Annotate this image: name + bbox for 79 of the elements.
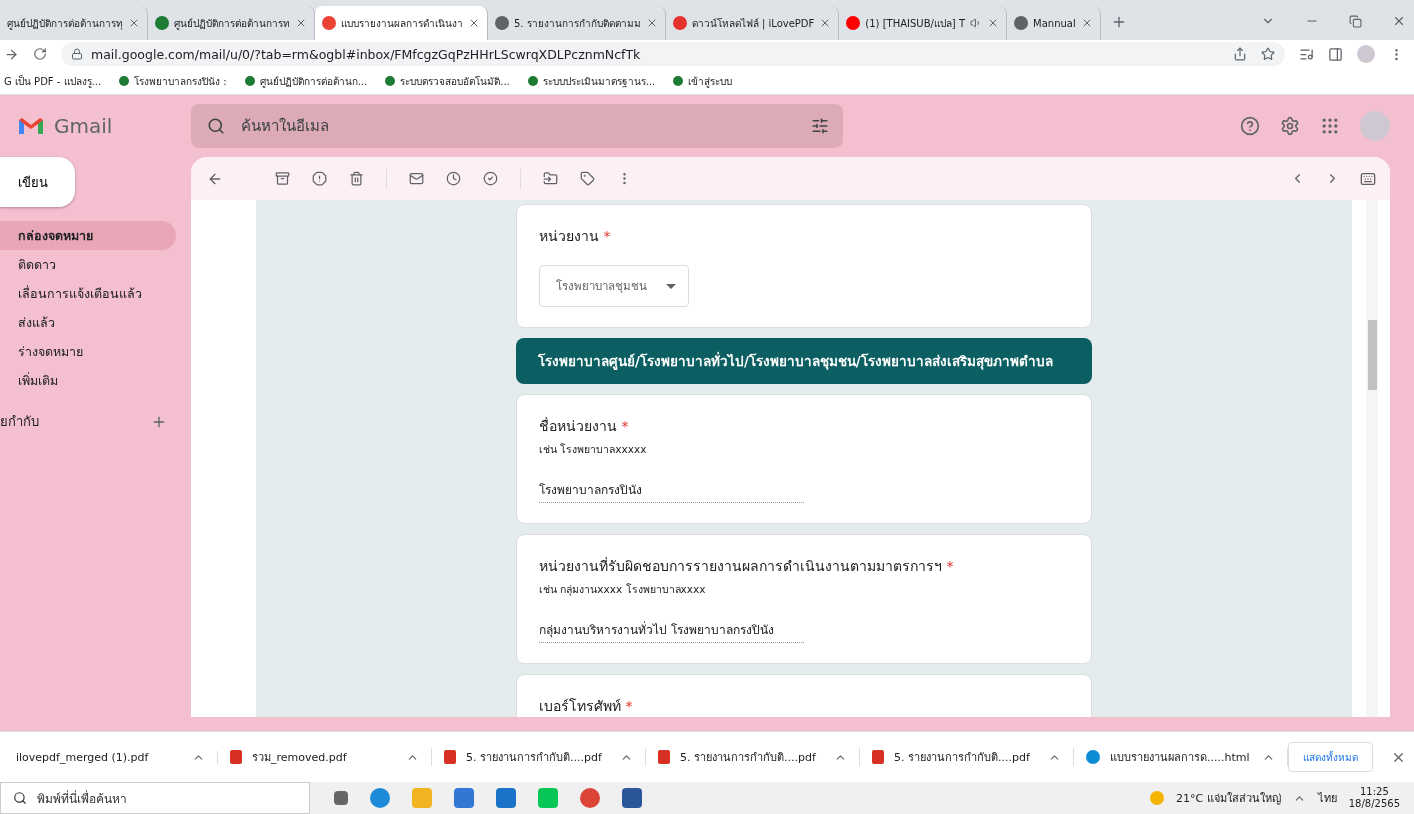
close-icon[interactable] (295, 17, 307, 29)
playlist-icon[interactable] (1299, 46, 1314, 62)
favicon-icon (155, 16, 169, 30)
show-all-button[interactable]: แสดงทั้งหมด (1288, 742, 1373, 772)
question-hint: เช่น กลุ่มงานxxxx โรงพยาบาลxxxx (539, 582, 707, 598)
address-bar[interactable]: mail.google.com/mail/u/0/?tab=rm&ogbl#inbox/FMfcgzGqPzHHrLScwrqXDLPcznmNcfTk (61, 42, 1285, 66)
reload-icon[interactable] (33, 47, 47, 61)
browser-tab[interactable]: แบบรายงานผลการดำเนินงา (315, 6, 488, 40)
download-item[interactable]: ilovepdf_merged (1).pdf (4, 750, 218, 764)
pdf-file-icon (658, 750, 670, 764)
dropdown-field[interactable]: โรงพยาบาลชุมชน (539, 265, 689, 307)
caret-icon (666, 283, 676, 289)
lock-icon (71, 48, 83, 60)
close-icon[interactable] (468, 17, 480, 29)
label-icon[interactable] (580, 171, 595, 186)
add-task-icon[interactable] (483, 171, 498, 186)
question-title: เบอร์โทรศัพท์ * (539, 697, 634, 716)
compose-button[interactable]: เขียน (0, 157, 75, 207)
nav-item[interactable]: ส่งแล้ว (0, 308, 176, 337)
favicon-icon (672, 16, 687, 30)
move-folder-icon[interactable] (543, 171, 558, 186)
close-icon[interactable] (1392, 14, 1406, 28)
help-icon[interactable] (1240, 116, 1260, 136)
labels-heading: ยกำกับ (0, 413, 39, 431)
bookmark-link[interactable]: ศูนย์ปฏิบัติการต่อต้านก... (244, 73, 368, 89)
download-item[interactable]: 5. รายงานการกำกับติ....pdf (646, 748, 860, 766)
restore-icon[interactable] (1349, 14, 1362, 28)
favicon-icon (495, 16, 509, 30)
clock-icon[interactable] (446, 171, 461, 186)
favicon-icon (1014, 16, 1029, 30)
bookmark-link[interactable]: G เป็น PDF - แปลงรู... (4, 73, 102, 89)
answer-field[interactable]: กลุ่มงานบริหารงานทั่วไป โรงพยาบาลกรงปินัง (539, 620, 804, 643)
bookmark-link[interactable]: ระบบประเมินมาตรฐานร... (527, 73, 656, 89)
nav-item[interactable]: เลื่อนการแจ้งเตือนแล้ว (0, 279, 176, 308)
nav-item[interactable]: กล่องจดหมาย (0, 221, 176, 250)
bookmark-link[interactable]: ระบบตรวจสอบอัตโนมัติ... (385, 73, 510, 89)
url-text: mail.google.com/mail/u/0/?tab=rm&ogbl#inbox/FMfcgzGqPzHHrLScwrqXDLPcznmNcfTk (91, 46, 641, 62)
scrollbar[interactable] (1366, 200, 1378, 717)
pdf-file-icon (230, 750, 242, 764)
taskbar-search-field[interactable]: พิมพ์ที่นี่เพื่อค้นหา (0, 782, 310, 814)
download-item[interactable]: 5. รายงานการกำกับติ....pdf (860, 748, 1074, 766)
question-title: หน่วยงานที่รับผิดชอบการรายงานผลการดำเนินงานตามมาตรการฯ * (539, 556, 955, 576)
nav-item[interactable]: ร่างจดหมาย (0, 337, 176, 366)
bookmark-link[interactable]: เข้าสู่ระบบ (673, 73, 733, 89)
settings-icon[interactable] (1280, 116, 1300, 136)
search-field[interactable]: ค้นหาในอีเมล (191, 104, 843, 148)
pdf-file-icon (872, 750, 884, 764)
close-icon[interactable] (128, 17, 140, 29)
trash-icon[interactable] (349, 171, 364, 186)
side-panel-icon[interactable] (1328, 46, 1343, 62)
keyboard-icon[interactable] (1360, 170, 1376, 187)
nav-item[interactable]: เพิ่มเติม (0, 366, 176, 395)
pdf-file-icon (444, 750, 456, 764)
download-item[interactable]: รวม_removed.pdf (218, 748, 432, 766)
report-icon[interactable] (312, 171, 327, 186)
search-icon (13, 791, 27, 805)
forward-icon[interactable] (4, 46, 19, 62)
star-icon[interactable] (1261, 47, 1275, 61)
weather-text: 21°C แจ่มใสส่วนใหญ่ (1176, 791, 1281, 807)
nav-item[interactable]: ติดดาว (0, 250, 176, 279)
gmail-logo-icon (18, 116, 44, 136)
question-title: หน่วยงาน * (539, 227, 612, 246)
gmail-wordmark: Gmail (54, 114, 113, 138)
share-icon[interactable] (1233, 47, 1247, 61)
archive-icon[interactable] (275, 171, 290, 186)
favicon-icon (846, 16, 861, 30)
language-indicator[interactable]: ไทย (1317, 789, 1337, 807)
download-item[interactable]: 5. รายงานการกำกับติ....pdf (432, 748, 646, 766)
search-icon (207, 117, 225, 135)
mail-icon[interactable] (409, 171, 424, 186)
section-header: โรงพยาบาลศูนย์/โรงพยาบาลทั่วไป/โรงพยาบาลชุมชน/โรงพยาบาลส่งเสริมสุขภาพตำบล (516, 338, 1092, 384)
apps-grid-icon[interactable] (1320, 116, 1340, 136)
question-hint: เช่น โรงพยาบาลxxxxx (539, 442, 648, 457)
favicon-icon (322, 16, 336, 30)
answer-field[interactable]: โรงพยาบาลกรงปินัง (539, 480, 804, 503)
clock[interactable]: 11:25 18/8/2565 (1348, 786, 1400, 810)
bookmark-link[interactable]: โรงพยาบาลกรงปินัง : (119, 73, 227, 89)
filter-icon (811, 117, 829, 135)
question-title: ชื่อหน่วยงาน * (539, 416, 630, 436)
